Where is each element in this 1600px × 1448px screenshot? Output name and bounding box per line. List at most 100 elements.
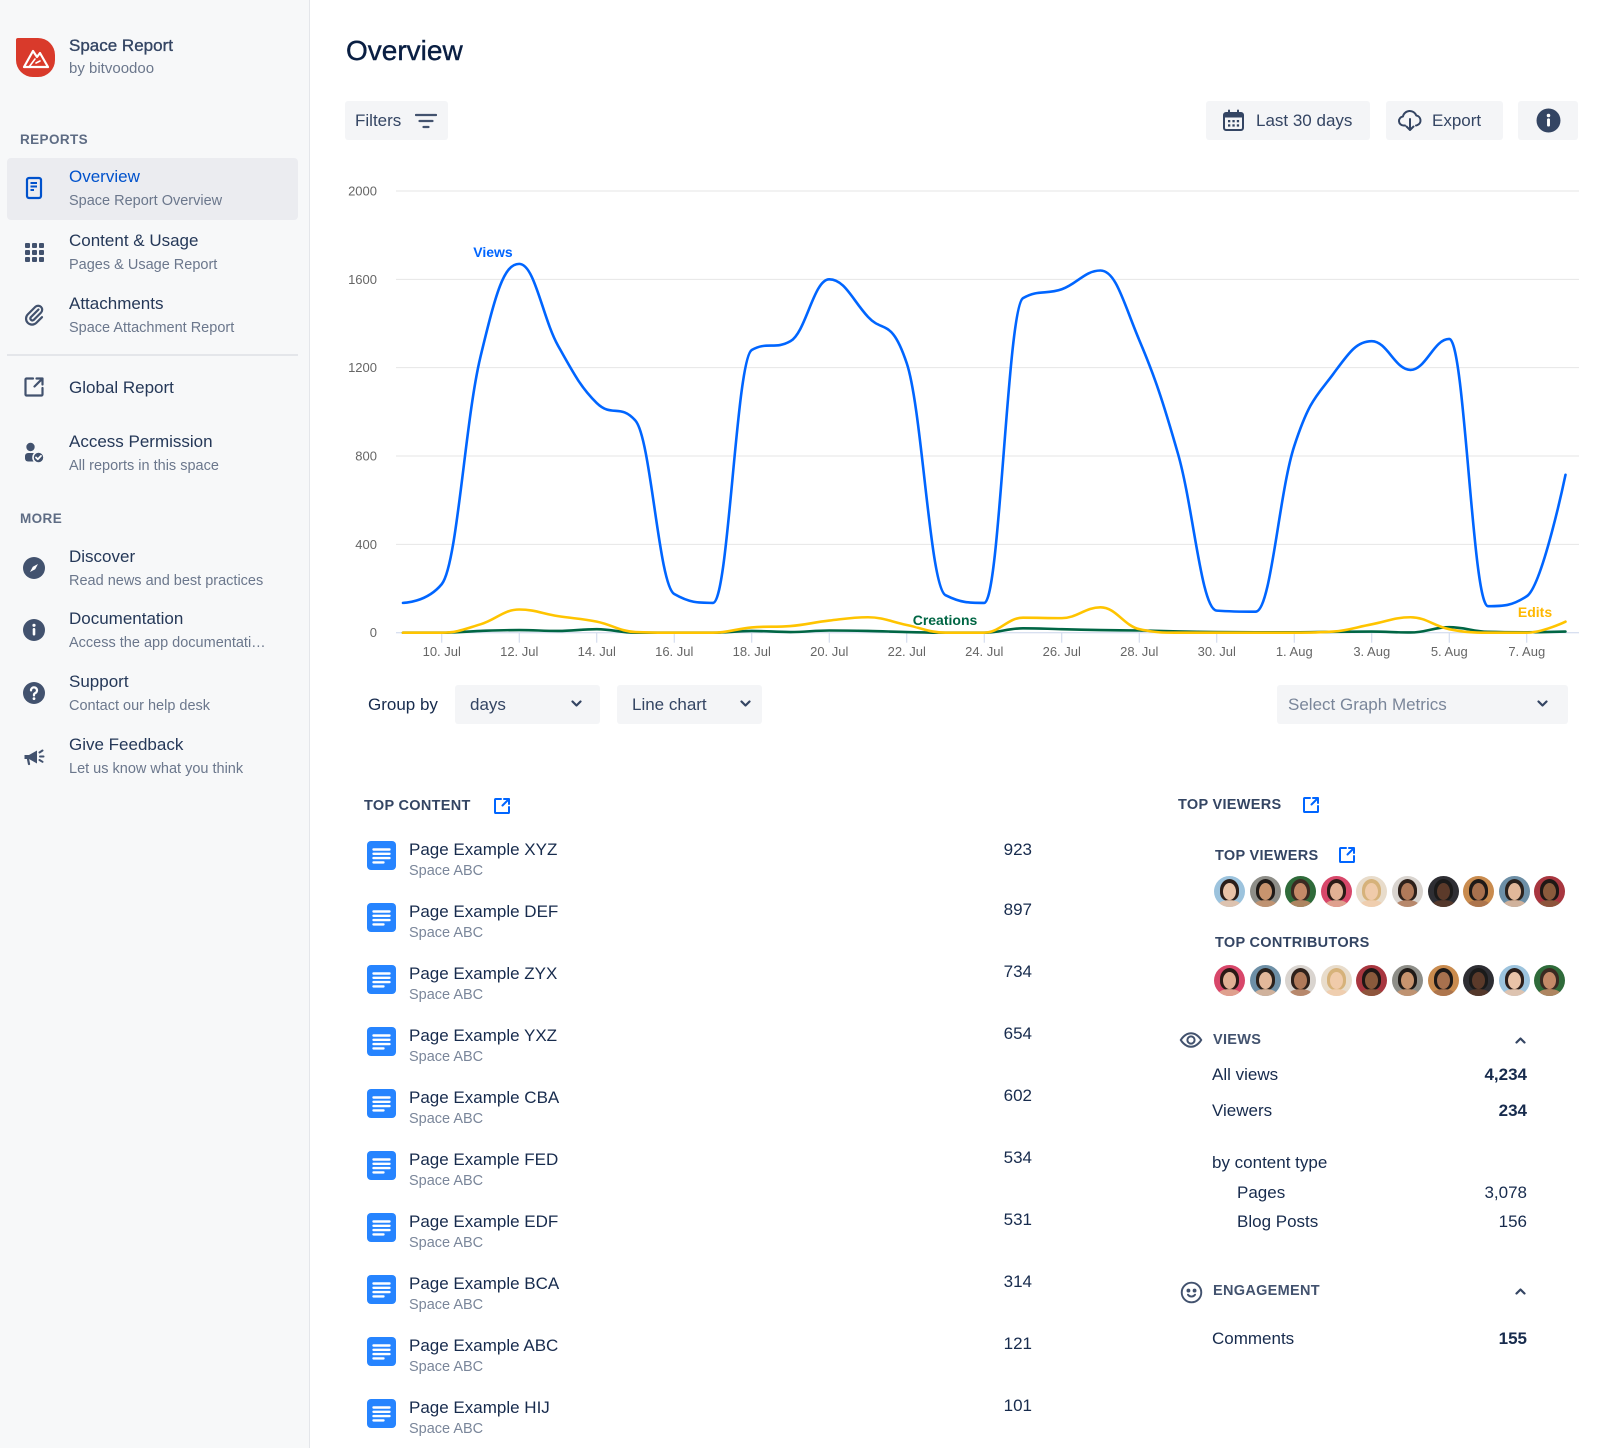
content-title-link[interactable]: Page Example YXZ (409, 1026, 557, 1046)
chevron-down-icon (1537, 700, 1548, 708)
contributor-avatar[interactable] (1249, 965, 1281, 996)
page-icon (367, 1027, 396, 1056)
y-tick-label: 0 (370, 625, 377, 640)
content-row[interactable]: Page Example DEF Space ABC 897 (360, 898, 1040, 950)
avatar-shoulders (1395, 900, 1420, 907)
contributor-avatar[interactable] (1427, 965, 1459, 996)
viewer-avatar[interactable] (1214, 876, 1245, 907)
viewer-avatar[interactable] (1249, 876, 1281, 907)
content-row[interactable]: Page Example BCA Space ABC 314 (360, 1270, 1040, 1322)
info-icon (22, 618, 46, 642)
sidebar-item-title: Overview (69, 167, 140, 186)
sidebar-item-give-feedback[interactable]: Give Feedback Let us know what you think (7, 726, 298, 788)
group-by-select[interactable]: days (455, 685, 600, 724)
content-row[interactable]: Page Example ZYX Space ABC 734 (360, 960, 1040, 1012)
calendar-icon (1222, 109, 1245, 132)
avatar-face (1223, 972, 1236, 989)
content-title-link[interactable]: Page Example DEF (409, 902, 558, 922)
top-contributors-heading: TOP CONTRIBUTORS (1215, 935, 1370, 951)
viewer-avatar[interactable] (1356, 876, 1388, 907)
sidebar-item-title: Give Feedback (69, 735, 184, 754)
sidebar-item-documentation[interactable]: Documentation Access the app documentati… (7, 600, 298, 662)
top-viewers-heading: TOP VIEWERS (1178, 797, 1282, 813)
filters-button[interactable]: Filters (345, 101, 448, 140)
content-row[interactable]: Page Example YXZ Space ABC 654 (360, 1022, 1040, 1074)
content-views-count: 654 (1003, 1024, 1032, 1043)
y-tick-label: 1600 (348, 272, 377, 287)
blog-posts-label: Blog Posts (1237, 1212, 1319, 1231)
collapse-engagement-chevron-up-icon[interactable] (1515, 1287, 1526, 1295)
content-title-link[interactable]: Page Example HIJ (409, 1398, 550, 1418)
open-viewers-external-link-icon[interactable] (1338, 846, 1356, 864)
content-title-link[interactable]: Page Example EDF (409, 1212, 558, 1232)
avatar-shoulders (1288, 989, 1314, 996)
all-views-label: All views (1212, 1065, 1279, 1084)
open-top-content-external-link-icon[interactable] (493, 797, 511, 815)
compass-icon (22, 556, 46, 580)
contributor-avatar[interactable] (1392, 965, 1423, 996)
contributor-avatar[interactable] (1214, 965, 1245, 996)
content-row[interactable]: Page Example ABC Space ABC 121 (360, 1332, 1040, 1384)
viewer-avatar[interactable] (1534, 876, 1566, 907)
viewers-value: 234 (1498, 1101, 1527, 1120)
sidebar-item-access-permission[interactable]: Access Permission All reports in this sp… (7, 423, 298, 485)
sidebar-item-discover[interactable]: Discover Read news and best practices (7, 538, 298, 600)
content-title-link[interactable]: Page Example ABC (409, 1336, 558, 1356)
user-check-icon (22, 441, 46, 465)
graph-metrics-select[interactable]: Select Graph Metrics (1277, 685, 1568, 724)
contributor-avatar[interactable] (1498, 965, 1530, 996)
sidebar-item-title: Access Permission (69, 432, 213, 451)
contributor-avatar[interactable] (1356, 965, 1388, 996)
export-button[interactable]: Export (1386, 101, 1503, 140)
y-tick-label: 2000 (348, 184, 377, 199)
viewer-avatar[interactable] (1427, 876, 1459, 907)
x-tick-label: 22. Jul (888, 644, 926, 659)
x-tick-label: 20. Jul (810, 644, 848, 659)
sidebar-item-attachments[interactable]: Attachments Space Attachment Report (7, 285, 298, 347)
sidebar-item-support[interactable]: Support Contact our help desk (7, 663, 298, 725)
content-title-link[interactable]: Page Example CBA (409, 1088, 559, 1108)
viewer-avatar[interactable] (1285, 876, 1317, 907)
content-row[interactable]: Page Example HIJ Space ABC 101 (360, 1394, 1040, 1446)
app-title: Space Report (69, 36, 173, 55)
content-space: Space ABC (409, 1111, 484, 1127)
content-title-link[interactable]: Page Example XYZ (409, 840, 557, 860)
viewer-avatar[interactable] (1392, 876, 1423, 907)
content-title-link[interactable]: Page Example FED (409, 1150, 558, 1170)
app-logo[interactable] (16, 38, 55, 77)
collapse-views-chevron-up-icon[interactable] (1515, 1036, 1526, 1044)
avatar-face (1507, 883, 1521, 900)
viewers-label: Viewers (1212, 1101, 1273, 1120)
viewer-avatar[interactable] (1498, 876, 1530, 907)
blog-posts-value: 156 (1498, 1212, 1527, 1231)
sidebar-item-subtitle: Pages & Usage Report (69, 257, 218, 273)
contributor-avatar[interactable] (1285, 965, 1317, 996)
chart-type-select[interactable]: Line chart (617, 685, 762, 724)
sidebar-item-overview[interactable]: Overview Space Report Overview (7, 158, 298, 220)
contributor-avatar[interactable] (1534, 965, 1566, 996)
contributor-avatar[interactable] (1320, 965, 1352, 996)
avatar-shoulders (1466, 900, 1492, 907)
mountain-logo-icon (22, 49, 50, 69)
viewer-avatar[interactable] (1320, 876, 1352, 907)
content-title-link[interactable]: Page Example ZYX (409, 964, 557, 984)
date-range-label: Last 30 days (1256, 111, 1353, 130)
content-row[interactable]: Page Example CBA Space ABC 602 (360, 1084, 1040, 1136)
info-button[interactable] (1518, 101, 1578, 140)
sidebar-item-content-usage[interactable]: Content & Usage Pages & Usage Report (7, 222, 298, 284)
content-row[interactable]: Page Example EDF Space ABC 531 (360, 1208, 1040, 1260)
content-row[interactable]: Page Example XYZ Space ABC 923 (360, 836, 1040, 888)
content-views-count: 101 (1003, 1396, 1032, 1415)
avatar-shoulders (1501, 989, 1527, 996)
by-content-type-label: by content type (1212, 1153, 1328, 1172)
pages-value: 3,078 (1484, 1183, 1527, 1202)
content-title-link[interactable]: Page Example BCA (409, 1274, 559, 1294)
comments-label: Comments (1212, 1329, 1295, 1348)
viewer-avatar[interactable] (1463, 876, 1495, 907)
contributor-avatar[interactable] (1463, 965, 1495, 996)
content-row[interactable]: Page Example FED Space ABC 534 (360, 1146, 1040, 1198)
x-tick-label: 30. Jul (1198, 644, 1236, 659)
date-range-button[interactable]: Last 30 days (1206, 101, 1370, 140)
open-top-viewers-external-link-icon[interactable] (1302, 796, 1320, 814)
sidebar-item-global-report[interactable]: Global Report (7, 357, 298, 419)
